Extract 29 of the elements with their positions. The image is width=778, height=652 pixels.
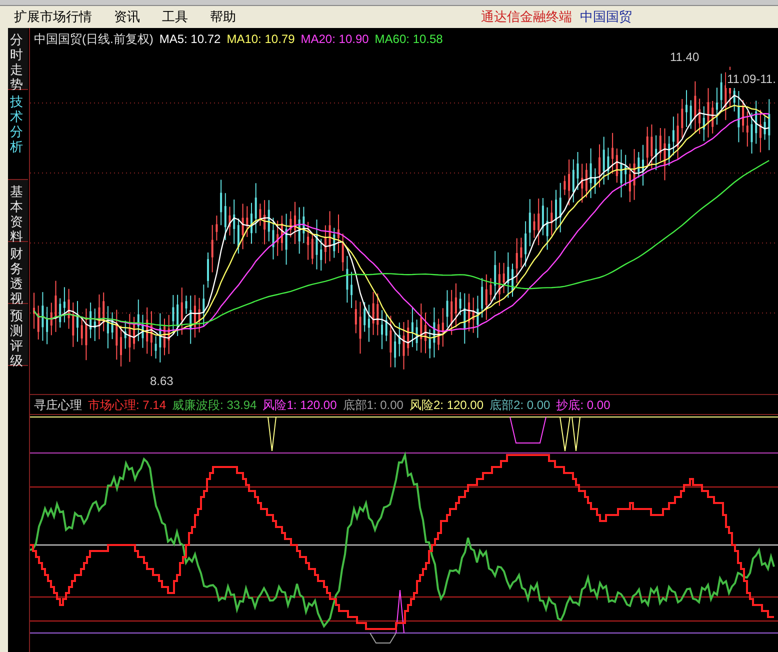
indicator-value: 风险2: 120.00 <box>409 397 484 414</box>
menu-item[interactable]: 资讯 <box>114 7 140 27</box>
ma-value: MA5: 10.72 <box>159 31 221 48</box>
indicator-value: 市场心理: 7.14 <box>88 397 166 414</box>
menu-item[interactable]: 工具 <box>162 7 188 27</box>
indicator-value: 风险1: 120.00 <box>262 397 337 414</box>
buy-bottom-line <box>396 590 404 634</box>
indicator-value: 抄底: 0.00 <box>556 397 610 414</box>
side-tab[interactable]: 财务透视 <box>8 242 28 304</box>
price-label: 8.63 <box>150 373 174 390</box>
risk1-line <box>510 416 546 444</box>
indicator-value: 底部2: 0.00 <box>490 397 550 414</box>
price-label: 11.09-11. <box>726 70 777 88</box>
ma-value: MA60: 10.58 <box>374 31 443 48</box>
chart-title: 中国国贸(日线.前复权) <box>34 31 154 48</box>
ma-value: MA10: 10.79 <box>226 31 295 48</box>
indicator-value: 底部1: 0.00 <box>342 397 404 414</box>
ma-value: MA20: 10.90 <box>300 31 369 48</box>
price-label: 11.40 <box>670 49 700 66</box>
side-tab[interactable]: 预测评级 <box>8 304 28 366</box>
stock-name: 中国国贸 <box>580 8 632 26</box>
side-tab[interactable]: 基本资料 <box>8 180 28 242</box>
bottom1-line <box>370 632 396 644</box>
side-tab[interactable]: 技术分析 <box>8 90 28 180</box>
menu-item[interactable]: 帮助 <box>210 7 236 27</box>
indicator-value: 威廉波段: 33.94 <box>172 397 257 414</box>
menu-item[interactable]: 扩展市场行情 <box>14 7 92 27</box>
product-title: 通达信金融终端 <box>481 8 572 26</box>
indicator-title: 寻庄心理 <box>34 397 82 414</box>
